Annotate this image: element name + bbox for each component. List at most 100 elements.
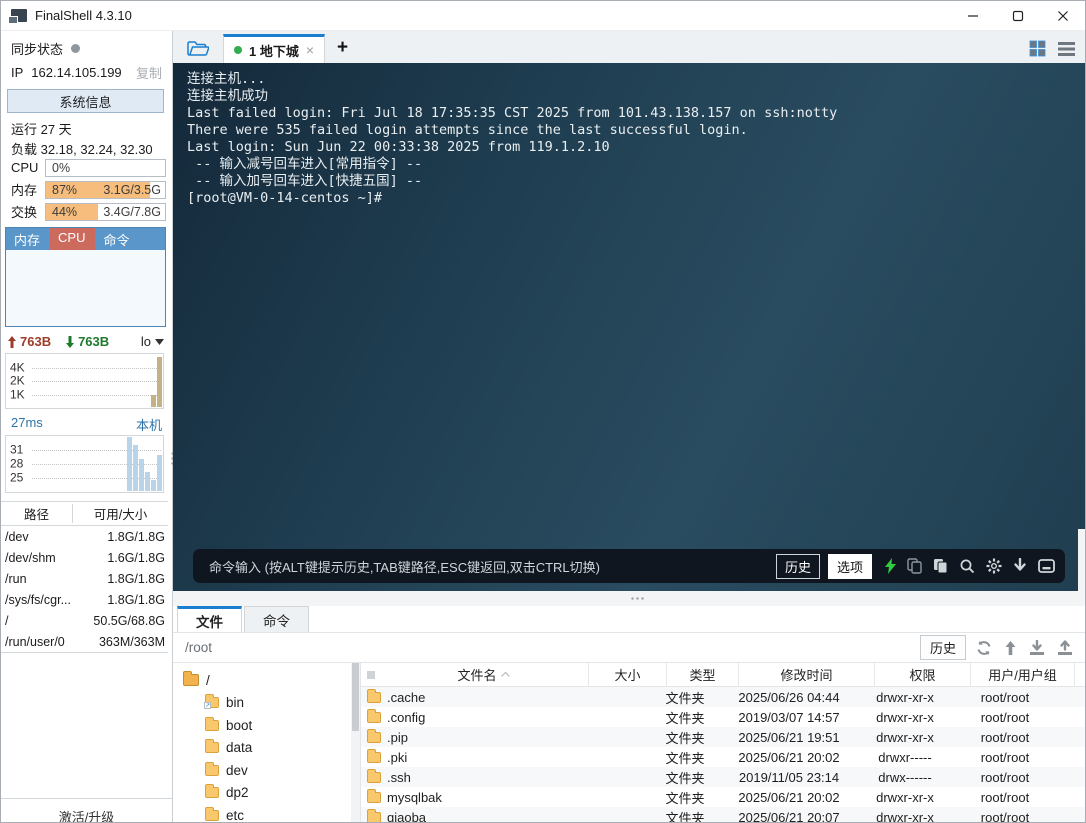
terminal-scrollbar[interactable]: [1078, 529, 1085, 591]
menu-icon[interactable]: [1058, 41, 1075, 56]
file-owner-cell: root/root: [980, 689, 1030, 705]
tab-files[interactable]: 文件: [177, 606, 242, 632]
folder-icon: [367, 748, 381, 763]
command-options-button[interactable]: 选项: [827, 553, 872, 579]
tree-item-dp2[interactable]: dp2: [183, 782, 351, 805]
select-all-box[interactable]: [367, 670, 375, 679]
disk-row[interactable]: /sys/fs/cgr... 1.8G/1.8G: [1, 589, 168, 610]
file-row[interactable]: .pip 文件夹 2025/06/21 19:51 drwxr-xr-x root/ro…: [361, 727, 1085, 747]
tree-item-dev[interactable]: dev: [183, 759, 351, 782]
tree-scrollbar[interactable]: [351, 663, 360, 822]
command-input[interactable]: 命令输入 (按ALT键提示历史,TAB键路径,ESC键返回,双击CTRL切换): [209, 557, 768, 576]
command-history-button[interactable]: 历史: [775, 553, 820, 579]
file-row[interactable]: .ssh 文件夹 2019/11/05 23:14 drwx------ root/ro…: [361, 767, 1085, 787]
tab-commands[interactable]: 命令: [244, 606, 309, 632]
file-row[interactable]: qiaoba 文件夹 2025/06/21 20:07 drwxr-xr-x root/…: [361, 807, 1085, 822]
tree-scrollbar-thumb[interactable]: [352, 663, 359, 731]
disk-row[interactable]: /run 1.8G/1.8G: [1, 568, 168, 589]
file-mtime-cell: 2025/06/21 20:02: [738, 749, 840, 765]
activate-upgrade-link[interactable]: 激活/升级: [1, 798, 172, 822]
terminal-output: 连接主机... 连接主机成功 Last failed login: Fri Ju…: [187, 71, 838, 206]
file-panel-tabs: 文件 命令: [173, 606, 1085, 633]
file-name: mysqlbak: [387, 789, 442, 805]
refresh-icon[interactable]: [976, 640, 992, 656]
disk-row[interactable]: /dev/shm 1.6G/1.8G: [1, 547, 168, 568]
folder-icon: [367, 708, 381, 723]
session-tab-bar: 1 地下城 × +: [173, 31, 1085, 63]
file-browser: /↗binbootdatadevdp2etchomelib 文件名大小类型修改时…: [173, 663, 1085, 822]
new-tab-button[interactable]: +: [337, 37, 348, 59]
file-row[interactable]: .cache 文件夹 2025/06/26 04:44 drwxr-xr-x root/…: [361, 687, 1085, 707]
tree-item-label: boot: [226, 717, 253, 733]
process-list[interactable]: [6, 250, 165, 326]
session-tab[interactable]: 1 地下城 ×: [223, 34, 326, 63]
disk-table: 路径 可用/大小 /dev 1.8G/1.8G/dev/shm 1.6G/1.8G /…: [1, 501, 168, 653]
lightning-icon[interactable]: [885, 558, 896, 574]
download-icon[interactable]: [1029, 639, 1045, 656]
open-connections-icon[interactable]: [187, 40, 209, 57]
file-mtime-cell: 2025/06/26 04:44: [738, 689, 840, 705]
folder-icon: [205, 761, 219, 776]
disk-col-path[interactable]: 路径: [1, 504, 73, 523]
parent-dir-icon[interactable]: [1004, 640, 1017, 656]
copy-icon[interactable]: [907, 558, 922, 574]
close-button[interactable]: [1040, 1, 1085, 30]
layout-grid-icon[interactable]: [1029, 40, 1046, 57]
column-header-c-size[interactable]: 大小: [589, 663, 667, 686]
path-input[interactable]: /root: [185, 640, 920, 655]
uptime-label: 运行 27 天: [11, 122, 72, 137]
process-tab-命令[interactable]: 命令: [95, 228, 139, 250]
ping-host[interactable]: 本机: [136, 415, 162, 434]
column-header-c-perm[interactable]: 权限: [875, 663, 971, 686]
disk-row[interactable]: /dev 1.8G/1.8G: [1, 526, 168, 547]
window-mode-icon[interactable]: [1038, 559, 1055, 573]
path-bar: /root 历史: [173, 633, 1085, 663]
disk-col-size[interactable]: 可用/大小: [73, 504, 168, 523]
paste-icon[interactable]: [933, 558, 948, 574]
tick-label: 25: [10, 470, 24, 485]
tree-item-etc[interactable]: etc: [183, 804, 351, 822]
tree-item-data[interactable]: data: [183, 737, 351, 760]
tree-item-boot[interactable]: boot: [183, 714, 351, 737]
panel-splitter[interactable]: [173, 591, 1085, 606]
folder-icon: [205, 739, 219, 754]
system-info-button[interactable]: 系统信息: [7, 89, 164, 113]
minimize-button[interactable]: [950, 1, 995, 30]
disk-size: 363M/363M: [98, 634, 165, 649]
disk-row[interactable]: / 50.5G/68.8G: [1, 610, 168, 631]
column-header-c-owner[interactable]: 用户/用户组: [971, 663, 1075, 686]
folder-icon: [367, 688, 381, 703]
interface-selector[interactable]: lo: [141, 334, 164, 349]
tree-item-root[interactable]: /: [183, 669, 351, 692]
meter-bar: 0%: [45, 158, 166, 177]
column-header-c-name[interactable]: 文件名: [379, 663, 589, 686]
folder-icon: [205, 784, 219, 799]
terminal-area[interactable]: 连接主机... 连接主机成功 Last failed login: Fri Ju…: [173, 63, 1085, 591]
maximize-button[interactable]: [995, 1, 1040, 30]
process-tab-内存[interactable]: 内存: [6, 228, 50, 250]
copy-ip-button[interactable]: 复制: [136, 63, 162, 82]
search-icon[interactable]: [959, 558, 975, 574]
chevron-down-icon: [155, 338, 164, 345]
column-header-c-mtime[interactable]: 修改时间: [739, 663, 875, 686]
file-row[interactable]: mysqlbak 文件夹 2025/06/21 20:02 drwxr-xr-x roo…: [361, 787, 1085, 807]
directory-tree: /↗binbootdatadevdp2etchomelib: [173, 663, 351, 822]
scroll-down-icon[interactable]: [1013, 558, 1027, 574]
tree-item-bin[interactable]: ↗ bin: [183, 692, 351, 715]
disk-row[interactable]: /run/user/0 363M/363M: [1, 631, 168, 652]
upload-icon[interactable]: [1057, 639, 1073, 656]
process-tab-CPU[interactable]: CPU: [50, 228, 96, 250]
disk-table-header[interactable]: 路径 可用/大小: [1, 502, 168, 526]
settings-gear-icon[interactable]: [986, 558, 1002, 574]
meter-percent: 0%: [52, 160, 71, 175]
file-row[interactable]: .config 文件夹 2019/03/07 14:57 drwxr-xr-x root…: [361, 707, 1085, 727]
column-header-c-type[interactable]: 类型: [667, 663, 739, 686]
session-tab-label: 1 地下城: [249, 43, 299, 59]
folder-icon: [205, 806, 219, 821]
splitter-handle[interactable]: [630, 597, 644, 600]
file-row[interactable]: .pki 文件夹 2025/06/21 20:02 drwxr----- root/ro…: [361, 747, 1085, 767]
file-type-cell: 文件夹: [665, 790, 705, 806]
session-tab-close-icon[interactable]: ×: [306, 42, 314, 58]
meter-percent: 44%: [52, 204, 78, 219]
path-history-button[interactable]: 历史: [919, 635, 966, 660]
